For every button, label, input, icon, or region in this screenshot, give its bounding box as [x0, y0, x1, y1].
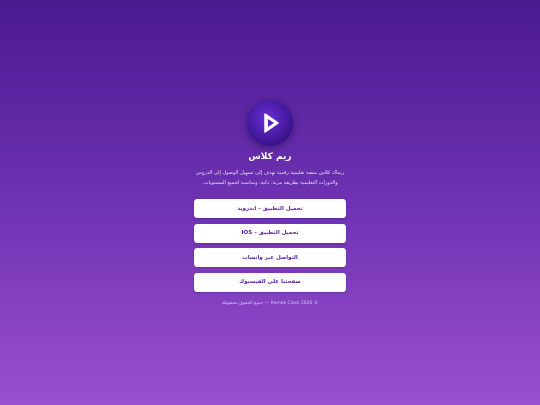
landing-page: ريم كلاس ريماك كلاس منصة تعليمية رقمية ت…	[0, 0, 540, 405]
download-ios-button[interactable]: تحميل التطبيق – IOS	[194, 223, 346, 243]
facebook-page-button[interactable]: صفحتنا على الفيسبوك	[194, 272, 346, 292]
whatsapp-contact-button[interactable]: التواصل عبر واتساب	[194, 248, 346, 267]
page-title: ريم كلاس	[248, 152, 292, 162]
app-logo	[247, 100, 293, 146]
action-buttons: تحميل التطبيق – اندرويد تحميل التطبيق – …	[194, 199, 346, 297]
app-description: ريماك كلاس منصة تعليمية رقمية تهدف إلى ت…	[195, 170, 345, 186]
download-android-button[interactable]: تحميل التطبيق – اندرويد	[194, 199, 346, 218]
play-icon	[264, 113, 279, 133]
footer-copyright: © Remek Class 2026 — جميع الحقوق محفوظة	[221, 301, 319, 306]
